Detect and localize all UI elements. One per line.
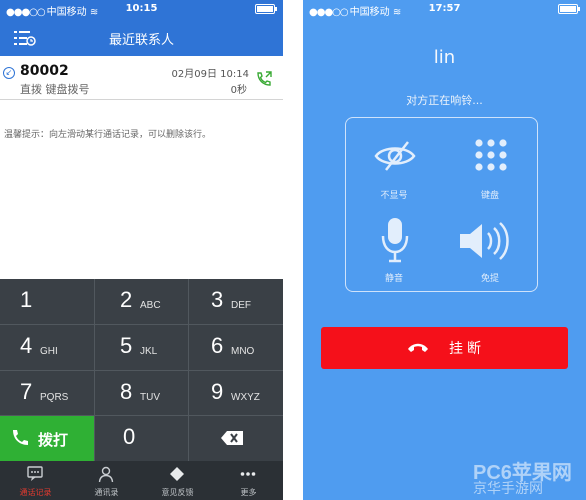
key-2[interactable]: 2 ABC — [100, 279, 194, 324]
hide-number-button[interactable]: 不显号 — [346, 118, 442, 201]
status-time: 17:57 — [428, 3, 461, 14]
microphone-icon — [381, 218, 409, 263]
keypad-button[interactable]: 键盘 — [442, 118, 538, 201]
tab-contacts[interactable]: 通讯录 — [71, 461, 142, 500]
key-4[interactable]: 4 GHI — [0, 325, 94, 370]
tab-call-log[interactable]: 通话记录 — [0, 461, 71, 500]
hide-eye-icon — [374, 141, 416, 171]
hangup-button[interactable]: 挂断 — [321, 327, 568, 369]
swipe-tip: 温馨提示：向左滑动某行通话记录，可以删除该行。 — [4, 130, 212, 140]
dial-keypad: 1 2 ABC 3 DEF 4 GHI 5 JKL 6 MNO 7 PQRS 8 TUV 9W… — [0, 279, 283, 461]
page-title: 最近联系人 — [108, 33, 174, 48]
key-5[interactable]: 5 JKL — [100, 325, 194, 370]
key-1[interactable]: 1 — [0, 279, 94, 324]
incoming-call-icon: ↙ — [3, 67, 15, 79]
status-bar: ●●●○○ 中国移动 ≋ 17:57 — [303, 0, 586, 18]
tab-more[interactable]: 更多 — [213, 461, 283, 500]
battery-icon — [255, 4, 277, 14]
call-date: 02月09日 10:14 — [171, 69, 249, 80]
chat-icon — [27, 466, 43, 481]
hangup-phone-icon — [408, 343, 428, 352]
top-navbar: 最近联系人 — [0, 18, 283, 56]
person-icon — [98, 466, 114, 482]
key-7[interactable]: 7 PQRS — [0, 371, 94, 416]
status-bar: ●●●○○ 中国移动 ≋ 10:15 — [0, 0, 283, 18]
dial-call-button[interactable]: 拨打 — [0, 416, 94, 461]
right-phone-screen: ●●●○○中国移动 ≋ 17:57 lin 对方正在响铃... 不显号 键盘 — [303, 0, 586, 500]
hangup-label: 挂断 — [449, 341, 485, 357]
call-duration: 0秒 — [230, 85, 247, 96]
tab-feedback[interactable]: 意见反馈 — [142, 461, 213, 500]
call-type: 直拨 键盘拨号 — [20, 83, 90, 96]
ringing-status: 对方正在响铃... — [406, 94, 483, 107]
delete-button[interactable] — [189, 416, 283, 461]
speaker-button[interactable]: 免提 — [442, 208, 538, 288]
phone-icon — [13, 430, 28, 445]
status-time: 10:15 — [125, 3, 158, 14]
caller-name: lin — [433, 47, 456, 68]
key-8[interactable]: 8 TUV — [100, 371, 194, 416]
call-number: 80002 — [20, 63, 69, 79]
call-log-row[interactable]: ↙ 80002 直拨 键盘拨号 02月09日 10:14 0秒 — [0, 58, 283, 100]
key-6[interactable]: 6 MNO — [191, 325, 283, 370]
mute-button[interactable]: 静音 — [346, 208, 442, 288]
keypad-icon — [475, 139, 507, 171]
watermark-sub: 京华手游网 — [473, 481, 543, 497]
call-controls-panel: 不显号 键盘 静音 免提 — [345, 117, 538, 292]
key-3[interactable]: 3 DEF — [191, 279, 283, 324]
left-phone-screen: ●●●○○ 中国移动 ≋ 10:15 最近联系人 ↙ 80002 直拨 键盘拨号 … — [0, 0, 283, 500]
speaker-icon — [460, 222, 509, 260]
key-0[interactable]: 0 — [100, 416, 194, 461]
key-9[interactable]: 9 WXYZ — [191, 371, 283, 416]
backspace-icon — [221, 431, 243, 445]
dial-call-label: 拨打 — [38, 431, 69, 449]
diamond-icon — [170, 467, 184, 481]
redial-icon[interactable] — [255, 70, 273, 88]
bottom-tab-bar: 通话记录 通讯录 意见反馈 更多 — [0, 461, 283, 500]
more-icon — [240, 472, 256, 476]
battery-icon — [558, 4, 580, 14]
